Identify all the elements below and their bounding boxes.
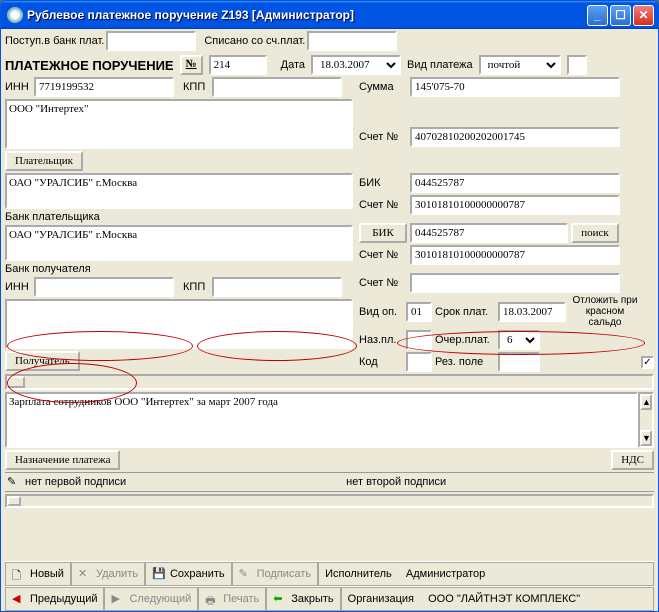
payer-kpp-input[interactable] <box>212 77 342 97</box>
srok-input[interactable] <box>498 302 566 322</box>
close-form-button[interactable]: Закрыть <box>266 587 340 611</box>
date-label: Дата <box>281 59 305 71</box>
defer-label: Отложить при красном сальдо <box>569 295 641 328</box>
paytype-select[interactable]: почтой <box>479 55 561 75</box>
payer-bank-caption: Банк плательщика <box>5 211 355 223</box>
attach-thumb[interactable] <box>7 496 21 506</box>
print-button[interactable]: Печать <box>198 587 266 611</box>
recip-bank-textarea[interactable]: ОАО "УРАЛСИБ" г.Москва <box>5 225 353 261</box>
search-button[interactable]: поиск <box>571 223 619 243</box>
sum-label: Сумма <box>359 81 407 93</box>
scroll-down-icon[interactable]: ▼ <box>640 430 652 446</box>
attachment-strip <box>5 494 654 508</box>
extra-input[interactable] <box>567 55 587 75</box>
save-icon <box>152 567 166 581</box>
received-bank-input[interactable] <box>106 31 196 51</box>
no-second-signature: нет второй подписи <box>346 476 446 488</box>
rez-input[interactable] <box>498 352 540 372</box>
rez-label: Рез. поле <box>435 356 495 368</box>
date-select[interactable]: 18.03.2007 <box>311 55 401 75</box>
next-button[interactable]: Следующий <box>104 587 198 611</box>
print-icon <box>205 592 219 606</box>
purpose-tab[interactable]: Назначение платежа <box>5 450 120 470</box>
paytype-label: Вид платежа <box>407 59 473 71</box>
sign-button[interactable]: Подписать <box>232 562 318 586</box>
title-bar[interactable]: Рублевое платежное поручение Z193 [Админ… <box>1 1 658 29</box>
payer-kpp-label: КПП <box>183 81 209 93</box>
sum-input[interactable] <box>410 77 620 97</box>
minimize-button[interactable]: _ <box>587 5 608 26</box>
pen-icon: ✎ <box>7 475 21 489</box>
srok-label: Срок плат. <box>435 306 495 318</box>
app-window: Рублевое платежное поручение Z193 [Админ… <box>0 0 659 612</box>
payer-inn-input[interactable] <box>34 77 174 97</box>
purpose-textarea[interactable]: Зарплата сотрудников ООО "Интертех" за м… <box>5 392 638 448</box>
payer-bank-textarea[interactable]: ОАО "УРАЛСИБ" г.Москва <box>5 173 353 209</box>
nds-tab[interactable]: НДС <box>611 450 654 470</box>
purpose-scrollbar[interactable]: ▲ ▼ <box>638 392 654 448</box>
recip-acct-input[interactable] <box>410 273 620 293</box>
sign-icon <box>239 567 253 581</box>
no-first-signature: нет первой подписи <box>25 476 126 488</box>
ocher-select[interactable]: 6 <box>498 330 540 350</box>
payer-bank-acct-input[interactable] <box>410 195 620 215</box>
nazpl-input[interactable] <box>406 330 432 350</box>
debited-label: Списано со сч.плат. <box>204 35 305 47</box>
scroll-thumb[interactable] <box>7 376 25 388</box>
tax-strip <box>5 374 654 390</box>
recip-bank-bik-input[interactable] <box>410 223 568 243</box>
payer-acct-label: Счет № <box>359 131 407 143</box>
payer-name-textarea[interactable]: ООО "Интертех" <box>5 99 353 149</box>
nazpl-label: Наз.пл. <box>359 334 403 346</box>
payer-inn-label: ИНН <box>5 81 31 93</box>
scroll-up-icon[interactable]: ▲ <box>640 394 652 410</box>
executor-cell: Исполнитель Администратор <box>318 562 654 586</box>
prev-icon <box>12 592 26 606</box>
kod-input[interactable] <box>406 352 432 372</box>
close-icon <box>273 592 287 606</box>
vidop-input[interactable] <box>406 302 432 322</box>
recip-name-textarea[interactable] <box>5 299 353 349</box>
ocher-label: Очер.плат. <box>435 334 495 346</box>
recip-kpp-input[interactable] <box>212 277 342 297</box>
payer-bank-acct-label: Счет № <box>359 199 407 211</box>
recip-acct-label: Счет № <box>359 277 407 289</box>
signature-row: ✎ нет первой подписи нет второй подписи <box>5 472 654 492</box>
maximize-button[interactable]: ☐ <box>610 5 631 26</box>
app-icon <box>7 7 23 23</box>
recip-bank-acct-input[interactable] <box>410 245 620 265</box>
payer-tab[interactable]: Плательщик <box>5 151 83 171</box>
debited-input[interactable] <box>307 31 397 51</box>
number-input[interactable] <box>209 55 267 75</box>
payer-bank-bik-input[interactable] <box>410 173 620 193</box>
defer-checkbox[interactable]: ✓ <box>641 356 654 369</box>
delete-button[interactable]: Удалить <box>71 562 145 586</box>
recip-inn-label: ИНН <box>5 281 31 293</box>
received-bank-label: Поступ.в банк плат. <box>5 35 104 47</box>
close-button[interactable]: ✕ <box>633 5 654 26</box>
delete-icon <box>78 567 92 581</box>
vidop-label: Вид оп. <box>359 306 403 318</box>
kod-label: Код <box>359 356 403 368</box>
payer-acct-input[interactable] <box>410 127 620 147</box>
recip-kpp-label: КПП <box>183 281 209 293</box>
recip-bank-bik-button[interactable]: БИК <box>359 223 407 243</box>
recip-tab[interactable]: Получатель <box>5 351 80 371</box>
window-title: Рублевое платежное поручение Z193 [Админ… <box>27 8 587 22</box>
recip-bank-acct-label: Счет № <box>359 249 407 261</box>
doc-title: ПЛАТЕЖНОЕ ПОРУЧЕНИЕ <box>5 58 174 73</box>
next-icon <box>111 592 125 606</box>
prev-button[interactable]: Предыдущий <box>5 587 104 611</box>
org-cell: Организация ООО "ЛАЙТНЭТ КОМПЛЕКС" <box>341 587 654 611</box>
recip-bank-caption: Банк получателя <box>5 263 355 275</box>
recip-inn-input[interactable] <box>34 277 174 297</box>
number-label-button[interactable]: № <box>180 55 203 75</box>
new-icon <box>12 567 26 581</box>
payer-bank-bik-label: БИК <box>359 177 407 189</box>
save-button[interactable]: Сохранить <box>145 562 232 586</box>
new-button[interactable]: Новый <box>5 562 71 586</box>
